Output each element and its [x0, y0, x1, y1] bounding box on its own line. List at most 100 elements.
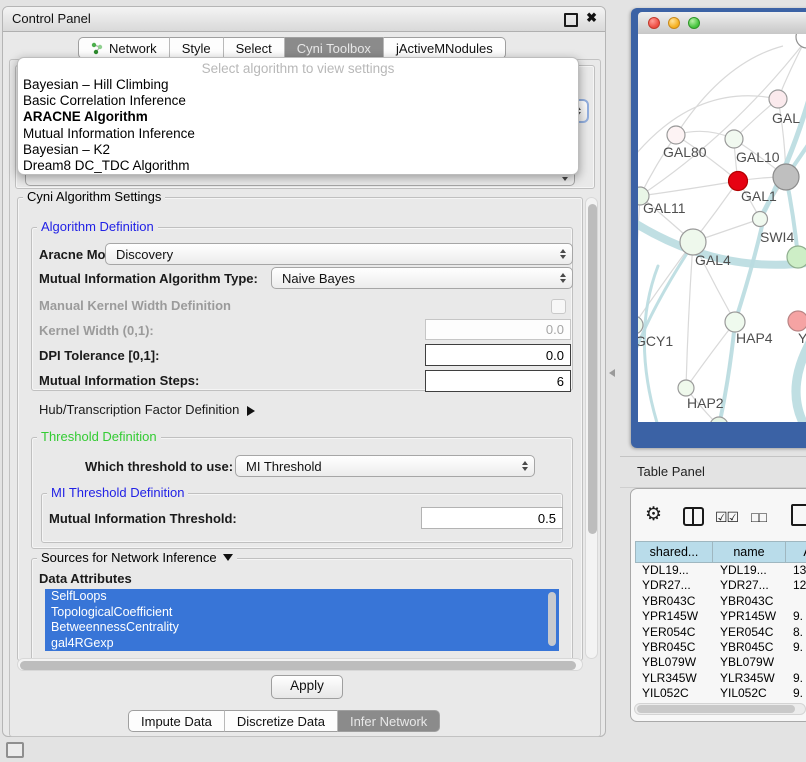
attribute-item-topologicalcoefficient[interactable]: TopologicalCoefficient: [45, 605, 559, 621]
columns-icon[interactable]: [683, 507, 704, 526]
network-node-gal80[interactable]: [667, 126, 685, 144]
algorithm-option-dream8-dc-tdc-algorithm[interactable]: Dream8 DC_TDC Algorithm: [18, 158, 578, 174]
gear-icon[interactable]: ⚙: [645, 503, 662, 526]
network-edge[interactable]: [640, 181, 738, 196]
aracne-mode-combo[interactable]: Discovery: [105, 243, 573, 265]
manual-kernel-checkbox[interactable]: [551, 299, 566, 314]
table-cell: YDR27...: [635, 578, 713, 593]
tab-impute-data[interactable]: Impute Data: [128, 710, 224, 732]
tab-select[interactable]: Select: [223, 37, 284, 59]
dpi-tolerance-label: DPI Tolerance [0,1]:: [39, 348, 159, 363]
cyni-mode-tabs: Impute DataDiscretize DataInfer Network: [128, 710, 440, 732]
table-row[interactable]: YLR345WYLR345W9.: [635, 671, 806, 686]
disclosure-down-icon: [223, 554, 233, 566]
data-attributes-label: Data Attributes: [39, 571, 132, 586]
table-cell: 9.: [786, 686, 806, 701]
settings-vertical-scrollbar[interactable]: [585, 197, 598, 659]
table-cell: YLR345W: [635, 671, 713, 686]
network-node-gal[interactable]: [769, 90, 787, 108]
apply-button[interactable]: Apply: [271, 675, 343, 699]
threshold-definition-title: Threshold Definition: [37, 430, 161, 444]
close-traffic-light[interactable]: [648, 17, 660, 29]
tab-network[interactable]: Network: [78, 37, 169, 59]
table-row[interactable]: YDL19...YDL19...13: [635, 563, 806, 578]
table-cell: 8.: [786, 625, 806, 640]
zoom-traffic-light[interactable]: [688, 17, 700, 29]
network-canvas[interactable]: GALGAL80GAL10GAL1GAL11SWI4GAL4GCY1HAP4YH…: [638, 34, 806, 422]
network-edge[interactable]: [735, 226, 762, 322]
deselect-all-icon[interactable]: □□: [751, 509, 766, 525]
minimized-panel-icon[interactable]: [6, 742, 24, 758]
float-panel-icon[interactable]: [564, 13, 578, 27]
table-cell: YBL079W: [635, 655, 713, 670]
algorithm-option-bayesian-k2[interactable]: Bayesian – K2: [18, 142, 578, 158]
list-scrollbar[interactable]: [548, 592, 556, 646]
document-icon[interactable]: [791, 504, 806, 526]
kernel-width-field[interactable]: 0.0: [425, 319, 571, 340]
splitter-handle[interactable]: [605, 369, 615, 377]
mi-steps-label: Mutual Information Steps:: [39, 373, 199, 388]
node-label: GAL80: [663, 144, 707, 160]
which-threshold-combo[interactable]: MI Threshold: [235, 455, 535, 477]
algorithm-option-basic-correlation-inference[interactable]: Basic Correlation Inference: [18, 93, 578, 109]
table-horizontal-scrollbar[interactable]: [634, 703, 806, 715]
network-edge[interactable]: [686, 242, 693, 388]
network-node-hap2[interactable]: [678, 380, 694, 396]
column-header-shared-[interactable]: shared...: [635, 541, 713, 563]
network-node-y[interactable]: [788, 311, 806, 331]
tab-style[interactable]: Style: [169, 37, 223, 59]
network-edge[interactable]: [638, 96, 778, 154]
network-node[interactable]: [787, 246, 806, 268]
network-node-swi4[interactable]: [753, 212, 768, 227]
network-window-titlebar[interactable]: [638, 12, 806, 35]
table-row[interactable]: YBR045CYBR045C9.: [635, 640, 806, 655]
close-panel-icon[interactable]: ✖: [586, 10, 597, 26]
tab-label: Network: [109, 41, 157, 56]
table-cell: YBR045C: [713, 640, 786, 655]
column-header-a[interactable]: A: [786, 541, 806, 563]
table-row[interactable]: YER054CYER054C8.: [635, 625, 806, 640]
mi-threshold-group-title: MI Threshold Definition: [47, 486, 188, 500]
tab-jactivemnodules[interactable]: jActiveMNodules: [383, 37, 506, 59]
which-threshold-label: Which threshold to use:: [85, 459, 233, 474]
node-table: shared...nameA YDL19...YDL19...13YDR27..…: [635, 541, 806, 701]
select-all-icon[interactable]: ☑☑: [715, 509, 738, 526]
algorithm-option-mutual-information-inference[interactable]: Mutual Information Inference: [18, 126, 578, 142]
hub-definition-disclosure[interactable]: Hub/Transcription Factor Definition: [39, 402, 260, 417]
node-label: GAL4: [695, 252, 731, 268]
table-row[interactable]: YIL052CYIL052C9.: [635, 686, 806, 701]
algorithm-option-aracne-algorithm[interactable]: ARACNE Algorithm: [18, 109, 578, 125]
settings-horizontal-scrollbar[interactable]: [17, 658, 583, 671]
network-edge[interactable]: [676, 46, 783, 135]
network-node[interactable]: [796, 34, 806, 48]
node-label: HAP2: [687, 395, 724, 411]
table-cell: YPR145W: [635, 609, 713, 624]
column-header-name[interactable]: name: [713, 541, 786, 563]
tab-infer-network[interactable]: Infer Network: [337, 710, 440, 732]
table-row[interactable]: YPR145WYPR145W9.: [635, 609, 806, 624]
combo-arrows-icon: [522, 458, 528, 474]
attribute-item-gal4rgexp[interactable]: gal4RGexp: [45, 636, 559, 652]
network-edge[interactable]: [638, 196, 640, 325]
tab-label: Style: [182, 41, 211, 56]
network-node-hap4[interactable]: [725, 312, 745, 332]
minimize-traffic-light[interactable]: [668, 17, 680, 29]
control-panel-window: Control Panel ✖ NetworkStyleSelectCyni T…: [2, 6, 606, 737]
table-row[interactable]: YDR27...YDR27...12: [635, 578, 806, 593]
mi-threshold-field[interactable]: 0.5: [421, 507, 563, 529]
attribute-item-betweennesscentrality[interactable]: BetweennessCentrality: [45, 620, 559, 636]
network-node[interactable]: [710, 417, 728, 422]
mi-type-combo[interactable]: Naive Bayes: [271, 267, 573, 289]
tab-discretize-data[interactable]: Discretize Data: [224, 710, 337, 732]
mi-steps-field[interactable]: 6: [425, 370, 571, 392]
sources-group-title[interactable]: Sources for Network Inference: [37, 551, 237, 566]
algorithm-option-bayesian-hill-climbing[interactable]: Bayesian – Hill Climbing: [18, 77, 578, 93]
tab-cyni-toolbox[interactable]: Cyni Toolbox: [284, 37, 383, 59]
network-node[interactable]: [773, 164, 799, 190]
dpi-tolerance-field[interactable]: 0.0: [425, 344, 571, 366]
node-label: GAL: [772, 110, 800, 126]
network-node-gal10[interactable]: [725, 130, 743, 148]
attribute-item-selfloops[interactable]: SelfLoops: [45, 589, 559, 605]
table-row[interactable]: YBR043CYBR043C: [635, 594, 806, 609]
table-row[interactable]: YBL079WYBL079W: [635, 655, 806, 670]
